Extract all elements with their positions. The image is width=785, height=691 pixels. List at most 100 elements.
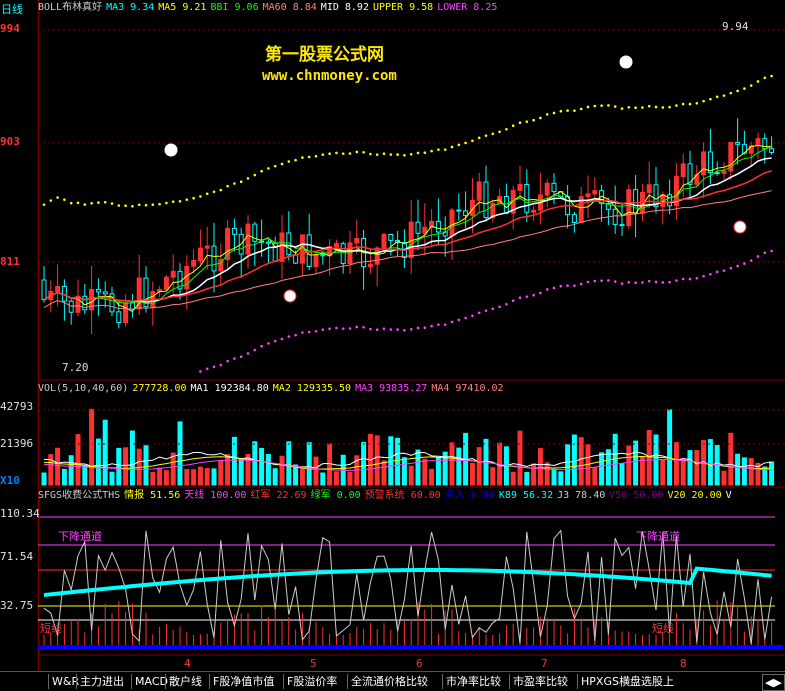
volume-bar [707, 439, 713, 486]
kline-chart[interactable] [0, 0, 785, 671]
shortline-label-left: 短线 [40, 622, 62, 635]
candle-body [483, 181, 489, 219]
upper-band-dot [301, 156, 304, 159]
volume-bar [177, 421, 183, 486]
volume-bar [735, 453, 741, 486]
tab-hpxgs[interactable]: HPXGS横盘选股上 [577, 674, 677, 689]
smiley-marker [733, 220, 747, 234]
candle-body [476, 181, 482, 201]
sfgs-legend-item-10: V [725, 490, 732, 501]
upper-band-dot [403, 154, 406, 157]
lower-band-dot [532, 293, 535, 297]
upper-band-dot [559, 109, 563, 113]
lower-band-dot [722, 269, 726, 272]
lower-band-dot [321, 328, 325, 331]
volume-bar [694, 450, 700, 486]
lower-band-dot [709, 272, 712, 276]
upper-band-dot [117, 204, 121, 207]
upper-band-dot [124, 204, 127, 208]
lower-band-dot [328, 327, 331, 331]
price-legend-item-4: MID 8.92 [320, 2, 369, 13]
volume-bar [347, 471, 353, 486]
upper-band-dot [627, 105, 631, 109]
lower-band-dot [341, 327, 345, 330]
upper-band-dot [715, 95, 719, 99]
watermark-title: 第一股票公式网 [265, 45, 384, 65]
upper-band-dot [83, 203, 87, 206]
volume-bar [265, 454, 271, 486]
volume-bar [728, 432, 734, 486]
tab-main-force[interactable]: 主力进出 [76, 674, 127, 689]
upper-band-dot [423, 151, 427, 154]
tab-pe-compare[interactable]: 市盈率比较 [509, 674, 571, 689]
candle-body [571, 214, 577, 223]
volume-bar [231, 436, 237, 486]
price-legend-item-0: MA3 9.34 [106, 2, 155, 13]
lower-band-dot [613, 280, 617, 283]
upper-band-dot [552, 111, 556, 115]
upper-band-dot [688, 102, 692, 106]
tab-full-circulation[interactable]: 全流通价格比较 [347, 674, 431, 689]
smiley-marker [619, 55, 633, 69]
candle-body [449, 209, 455, 237]
lower-band-dot [736, 264, 739, 268]
volume-bar [565, 444, 571, 486]
lower-band-dot [382, 327, 386, 331]
lower-band-dot [763, 251, 767, 255]
lower-band-dot [199, 370, 202, 373]
lower-band-dot [593, 279, 597, 283]
tab-scroll-arrows[interactable]: ◀▶ [762, 674, 785, 691]
volume-bar [435, 457, 441, 486]
upper-band-dot [165, 201, 168, 205]
candle-body [667, 194, 673, 207]
volume-bar [605, 449, 611, 486]
upper-band-dot [280, 162, 284, 166]
upper-band-dot [437, 148, 440, 151]
tab-retail-line[interactable]: 散户线 [165, 674, 205, 689]
volume-bar [544, 462, 550, 486]
tab-f-nav[interactable]: F股净值市值 [209, 674, 277, 689]
candle-body [374, 247, 380, 265]
smiley-marker [283, 289, 297, 303]
upper-band-dot [199, 195, 202, 198]
volume-legend-item-1: MA1 192384.80 [190, 383, 269, 394]
volume-bar [571, 434, 577, 486]
upper-band-dot [573, 109, 576, 112]
x-label-5: 5 [310, 657, 317, 670]
upper-band-dot [736, 89, 739, 93]
lower-band-dot [457, 318, 461, 322]
volume-bar [469, 462, 475, 486]
upper-band-dot [49, 199, 53, 202]
volume-bar [490, 467, 496, 486]
volume-bar [660, 459, 666, 486]
upper-band-dot [273, 164, 277, 168]
upper-band-dot [457, 143, 461, 147]
tab-pb-compare[interactable]: 市净率比较 [442, 674, 504, 689]
volume-bar [646, 430, 652, 486]
candle-body [422, 226, 428, 234]
volume-bar [592, 467, 598, 486]
volume-bar [102, 419, 108, 486]
lower-band-dot [314, 329, 318, 333]
volume-bar [68, 455, 74, 486]
candle-body [680, 163, 686, 178]
lower-band-dot [212, 365, 216, 369]
upper-band-dot [396, 153, 399, 156]
candle-body [531, 209, 537, 213]
volume-bar [279, 455, 285, 486]
x-label-4: 4 [184, 657, 191, 670]
upper-band-dot [471, 139, 474, 143]
volume-legend: VOL(5,10,40,60) 277728.00 MA1 192384.80 MA2… [38, 383, 512, 395]
tab-f-premium[interactable]: F股溢价率 [283, 674, 340, 689]
upper-band-dot [443, 148, 447, 151]
lower-band-dot [362, 326, 365, 329]
upper-band-dot [464, 141, 467, 145]
upper-band-dot [205, 192, 209, 196]
candle-body [204, 245, 210, 249]
upper-band-dot [314, 154, 318, 158]
volume-bar [687, 450, 693, 486]
upper-band-dot [171, 200, 175, 203]
upper-band-dot [362, 151, 365, 154]
upper-band-dot [348, 152, 352, 155]
watermark-url: www.chnmoney.com [262, 68, 397, 84]
